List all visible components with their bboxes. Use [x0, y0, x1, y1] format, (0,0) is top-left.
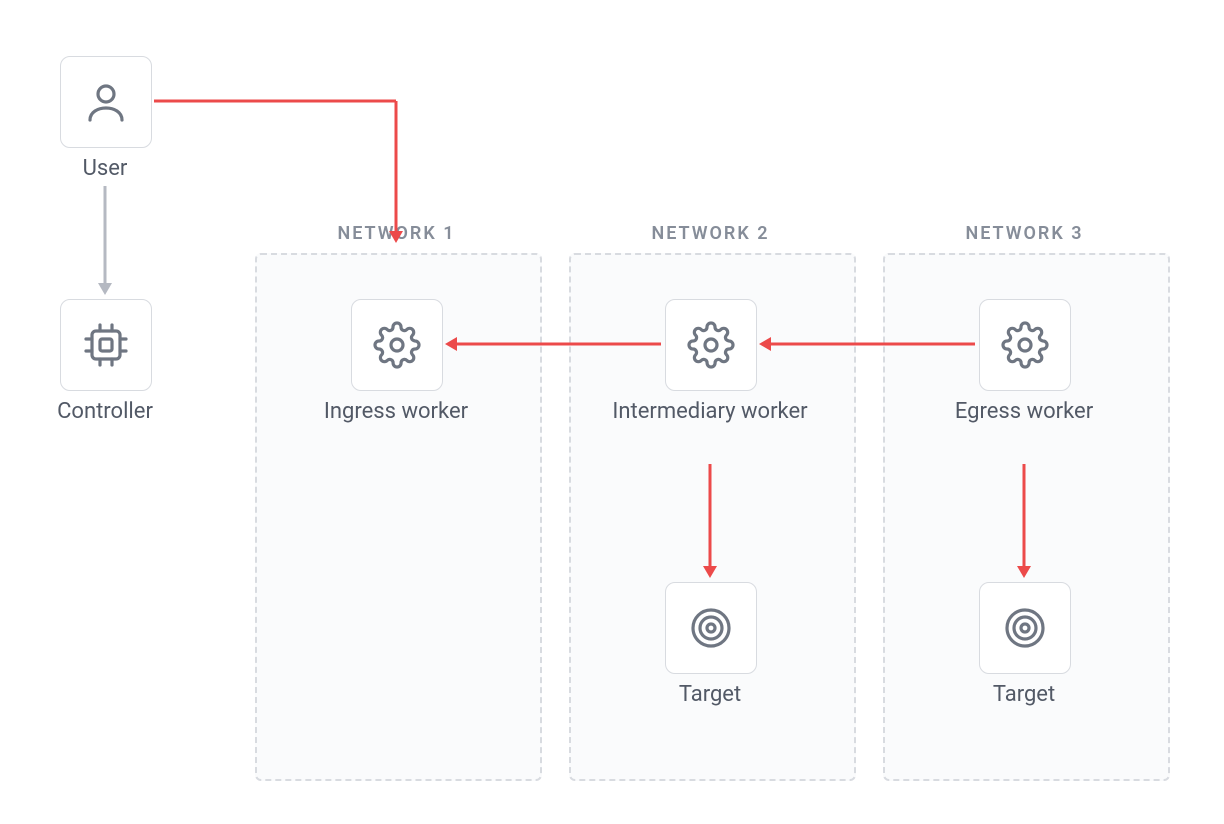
- controller-label: Controller: [5, 399, 205, 424]
- user-label: User: [5, 156, 205, 181]
- egress-worker-label: Egress worker: [924, 399, 1124, 424]
- gear-icon: [1001, 321, 1049, 369]
- egress-worker-node: [979, 299, 1071, 391]
- user-node: [60, 56, 152, 148]
- target-3-label: Target: [924, 682, 1124, 707]
- gear-icon: [687, 321, 735, 369]
- target-2-node: [665, 582, 757, 674]
- network-3-title: NETWORK 3: [883, 223, 1166, 244]
- target-3-node: [979, 582, 1071, 674]
- network-2-title: NETWORK 2: [569, 223, 852, 244]
- target-icon: [687, 604, 735, 652]
- arrowhead-icon: [98, 283, 112, 295]
- ingress-worker-label: Ingress worker: [296, 399, 496, 424]
- gear-icon: [373, 321, 421, 369]
- chip-icon: [82, 321, 130, 369]
- network-1-title: NETWORK 1: [255, 223, 538, 244]
- ingress-worker-node: [351, 299, 443, 391]
- target-2-label: Target: [610, 682, 810, 707]
- intermediary-worker-node: [665, 299, 757, 391]
- intermediary-worker-label: Intermediary worker: [610, 399, 810, 424]
- controller-node: [60, 299, 152, 391]
- arrow-user-to-controller: [98, 186, 112, 295]
- target-icon: [1001, 604, 1049, 652]
- user-icon: [82, 78, 130, 126]
- diagram-canvas: NETWORK 1 NETWORK 2 NETWORK 3 User Contr…: [0, 0, 1224, 824]
